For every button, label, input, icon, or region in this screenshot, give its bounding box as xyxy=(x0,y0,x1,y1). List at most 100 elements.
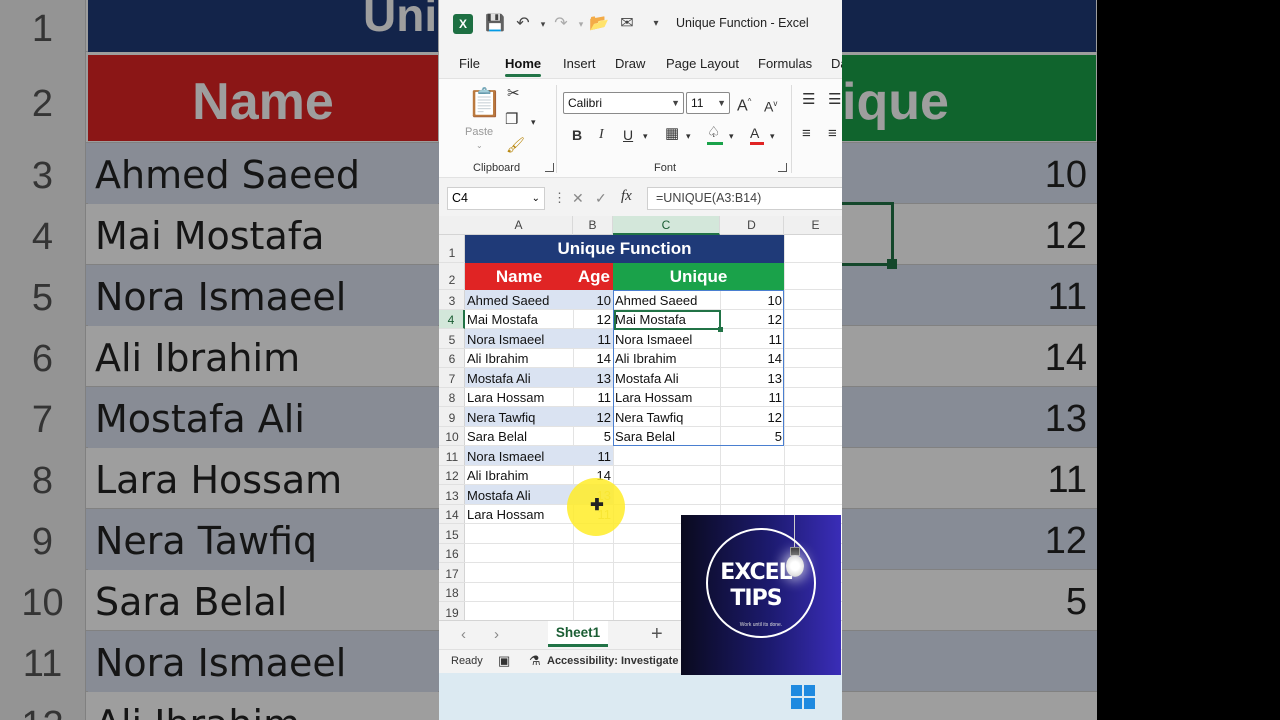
paste-icon[interactable]: 📋 xyxy=(467,87,502,119)
font-name-combo[interactable]: Calibri ▼ xyxy=(563,92,684,114)
cell-age[interactable]: 11 xyxy=(573,388,613,406)
chevron-right-icon[interactable]: › xyxy=(494,626,499,643)
row-header-15[interactable]: 15 xyxy=(439,524,465,544)
cell-age[interactable]: 12 xyxy=(573,407,613,426)
cell-age[interactable]: 11 xyxy=(573,446,613,465)
name-header[interactable]: Name xyxy=(465,263,573,290)
cell-age[interactable]: 13 xyxy=(573,368,613,387)
insert-function-button[interactable]: fx xyxy=(621,188,632,205)
column-header-c[interactable]: C xyxy=(613,216,720,235)
grow-font-button[interactable]: A^ xyxy=(737,93,751,115)
cell-name[interactable]: Ali Ibrahim xyxy=(465,466,573,484)
font-color-dropdown-icon[interactable]: ▾ xyxy=(770,127,775,145)
cell-name[interactable]: Mai Mostafa xyxy=(465,310,573,328)
borders-dropdown-icon[interactable]: ▾ xyxy=(686,127,691,145)
chevron-left-icon[interactable]: ‹ xyxy=(461,626,466,643)
tab-formulas[interactable]: Formulas xyxy=(758,56,812,71)
windows-start-icon[interactable] xyxy=(791,685,815,709)
row-header-19[interactable]: 19 xyxy=(439,602,465,620)
customize-toolbar-icon[interactable]: ▾ xyxy=(646,14,666,34)
name-box[interactable]: C4 ⌄ xyxy=(447,187,545,210)
row-header-11[interactable]: 11 xyxy=(439,446,465,466)
row-header-2[interactable]: 2 xyxy=(439,263,465,290)
underline-dropdown-icon[interactable]: ▾ xyxy=(643,127,648,145)
tab-home[interactable]: Home xyxy=(505,56,542,77)
redo-dropdown-icon[interactable]: ▾ xyxy=(571,14,591,34)
tab-page-layout[interactable]: Page Layout xyxy=(666,56,739,71)
row-header-13[interactable]: 13 xyxy=(439,485,465,505)
tab-data[interactable]: Da xyxy=(831,56,842,71)
cell-name[interactable]: Sara Belal xyxy=(465,427,573,445)
cell-name[interactable]: Mostafa Ali xyxy=(465,485,573,504)
copy-dropdown-icon[interactable]: ▾ xyxy=(531,113,536,131)
cell-name[interactable]: Nera Tawfiq xyxy=(465,407,573,426)
row-header-12[interactable]: 12 xyxy=(439,466,465,485)
tab-sheet1[interactable]: Sheet1 xyxy=(548,621,608,647)
cancel-icon[interactable]: ✕ xyxy=(572,190,584,207)
format-painter-icon[interactable]: 🖌 xyxy=(506,137,525,155)
fill-color-dropdown-icon[interactable]: ▾ xyxy=(729,127,734,145)
cell-name[interactable]: Ahmed Saeed xyxy=(465,290,573,309)
tab-file[interactable]: File xyxy=(459,56,480,71)
cell-name[interactable]: Lara Hossam xyxy=(465,505,573,523)
column-header-e[interactable]: E xyxy=(784,216,842,235)
cell-age[interactable]: 12 xyxy=(573,310,613,328)
clipboard-launcher-icon[interactable] xyxy=(545,163,554,172)
row-header-7[interactable]: 7 xyxy=(439,368,465,388)
age-header[interactable]: Age xyxy=(573,263,613,290)
row-header-8[interactable]: 8 xyxy=(439,388,465,407)
accessibility-status[interactable]: Accessibility: Investigate xyxy=(547,655,678,667)
column-header-d[interactable]: D xyxy=(720,216,784,235)
font-size-combo[interactable]: 11 ▼ xyxy=(686,92,730,114)
fill-color-icon[interactable]: ♤ xyxy=(707,124,723,145)
copy-icon[interactable]: ❐ xyxy=(505,111,518,129)
cell-age[interactable]: 11 xyxy=(573,329,613,348)
row-header-5[interactable]: 5 xyxy=(439,329,465,349)
email-icon[interactable]: ✉ xyxy=(617,14,637,34)
add-sheet-button[interactable]: + xyxy=(651,623,663,646)
cell-name[interactable]: Lara Hossam xyxy=(465,388,573,406)
cell-age[interactable]: 14 xyxy=(573,349,613,367)
accessibility-icon[interactable]: ⚗ xyxy=(529,653,541,669)
row-header-3[interactable]: 3 xyxy=(439,290,465,310)
align-left-icon[interactable]: ≡ xyxy=(802,125,811,143)
align-middle-icon[interactable]: ☰ xyxy=(828,91,841,109)
open-folder-icon[interactable]: 📂 xyxy=(589,14,609,34)
row-header-17[interactable]: 17 xyxy=(439,563,465,583)
save-icon[interactable]: 💾 xyxy=(485,14,505,34)
bold-button[interactable]: B xyxy=(572,126,582,144)
cut-icon[interactable]: ✂ xyxy=(507,85,520,103)
undo-dropdown-icon[interactable]: ▾ xyxy=(533,14,553,34)
column-header-a[interactable]: A xyxy=(465,216,573,235)
tab-insert[interactable]: Insert xyxy=(563,56,596,71)
borders-icon[interactable]: ▦ xyxy=(665,125,679,143)
more-options-icon[interactable]: ⋮ xyxy=(553,190,566,206)
unique-header[interactable]: Unique xyxy=(613,263,784,290)
cell-age[interactable]: 10 xyxy=(573,290,613,309)
shrink-font-button[interactable]: Av xyxy=(764,95,777,116)
underline-button[interactable]: U xyxy=(623,126,633,144)
paste-dropdown-icon[interactable]: ⌄ xyxy=(476,137,483,155)
tab-draw[interactable]: Draw xyxy=(615,56,645,71)
undo-icon[interactable]: ↶ xyxy=(513,14,533,34)
row-header-1[interactable]: 1 xyxy=(439,235,465,263)
macro-record-icon[interactable]: ▣ xyxy=(498,653,510,669)
fill-handle[interactable] xyxy=(718,327,723,332)
row-header-10[interactable]: 10 xyxy=(439,427,465,446)
cell-name[interactable]: Nora Ismaeel xyxy=(465,329,573,348)
enter-icon[interactable]: ✓ xyxy=(595,190,607,207)
row-header-4[interactable]: 4 xyxy=(439,310,465,329)
font-launcher-icon[interactable] xyxy=(778,163,787,172)
italic-button[interactable]: I xyxy=(599,126,604,144)
redo-icon[interactable]: ↷ xyxy=(551,14,571,34)
sheet-title[interactable]: Unique Function xyxy=(465,235,784,263)
cell-name[interactable]: Nora Ismaeel xyxy=(465,446,573,465)
column-header-b[interactable]: B xyxy=(573,216,613,235)
row-header-6[interactable]: 6 xyxy=(439,349,465,368)
cell-age[interactable]: 5 xyxy=(573,427,613,445)
align-center-icon[interactable]: ≡ xyxy=(828,125,837,143)
cell-name[interactable]: Ali Ibrahim xyxy=(465,349,573,367)
cell-name[interactable]: Mostafa Ali xyxy=(465,368,573,387)
row-header-14[interactable]: 14 xyxy=(439,505,465,524)
align-top-icon[interactable]: ☰ xyxy=(802,91,815,109)
